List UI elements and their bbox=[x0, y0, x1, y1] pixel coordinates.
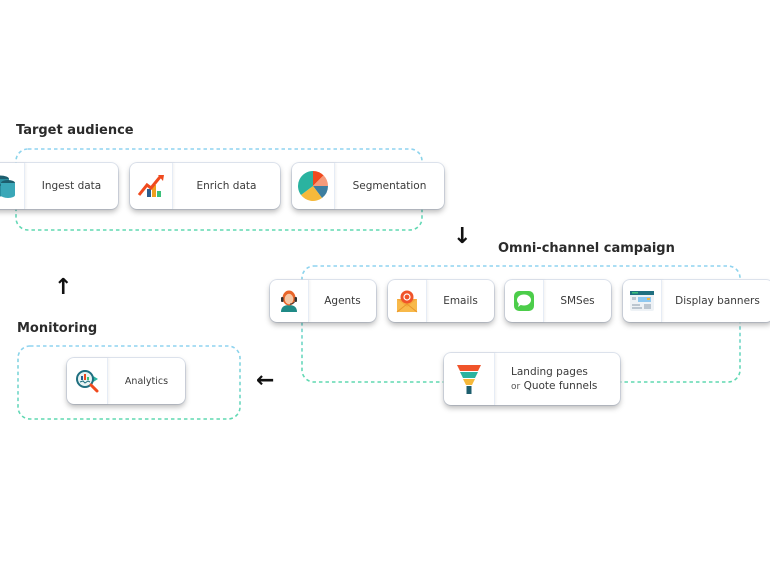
card-agents[interactable]: Agents bbox=[270, 280, 376, 322]
card-landing-pages[interactable]: Landing pages or Quote funnels bbox=[444, 353, 620, 405]
monitoring-title: Monitoring bbox=[17, 321, 98, 336]
email-envelope-icon bbox=[388, 280, 427, 322]
omni-channel-title: Omni-channel campaign bbox=[498, 241, 675, 256]
card-label: Agents bbox=[324, 295, 361, 307]
chat-bubble-icon bbox=[505, 280, 544, 322]
card-segmentation[interactable]: Segmentation bbox=[292, 163, 444, 209]
funnel-line2: or Quote funnels bbox=[511, 379, 620, 394]
banner-browser-icon bbox=[623, 280, 662, 322]
database-icon bbox=[0, 163, 25, 209]
card-display-banners[interactable]: Display banners bbox=[623, 280, 770, 322]
card-label: SMSes bbox=[560, 295, 595, 307]
card-label: Analytics bbox=[124, 375, 169, 387]
agent-headset-icon bbox=[270, 280, 309, 322]
funnel-line2-prefix: or bbox=[511, 381, 521, 392]
target-audience-title: Target audience bbox=[16, 123, 134, 138]
card-label: Segmentation bbox=[352, 180, 427, 192]
card-enrich-data[interactable]: Enrich data bbox=[130, 163, 280, 209]
arrow-up-icon: ↑ bbox=[54, 275, 73, 300]
card-ingest-data[interactable]: Ingest data bbox=[0, 163, 118, 209]
funnel-card-text: Landing pages or Quote funnels bbox=[495, 365, 620, 394]
growth-chart-icon bbox=[130, 163, 173, 209]
card-label: Ingest data bbox=[41, 180, 102, 192]
card-label: Enrich data bbox=[196, 180, 257, 192]
card-emails[interactable]: Emails bbox=[388, 280, 494, 322]
analytics-magnifier-icon bbox=[67, 358, 108, 404]
funnel-icon bbox=[444, 353, 495, 405]
arrow-left-icon: ← bbox=[256, 368, 275, 393]
card-label: Emails bbox=[443, 295, 478, 307]
funnel-line2-text: Quote funnels bbox=[523, 379, 598, 392]
card-smses[interactable]: SMSes bbox=[505, 280, 611, 322]
card-analytics[interactable]: Analytics bbox=[67, 358, 185, 404]
arrow-down-icon: ↓ bbox=[453, 224, 472, 249]
funnel-line1: Landing pages bbox=[511, 365, 588, 378]
card-label: Display banners bbox=[675, 295, 760, 307]
pie-chart-icon bbox=[292, 163, 335, 209]
